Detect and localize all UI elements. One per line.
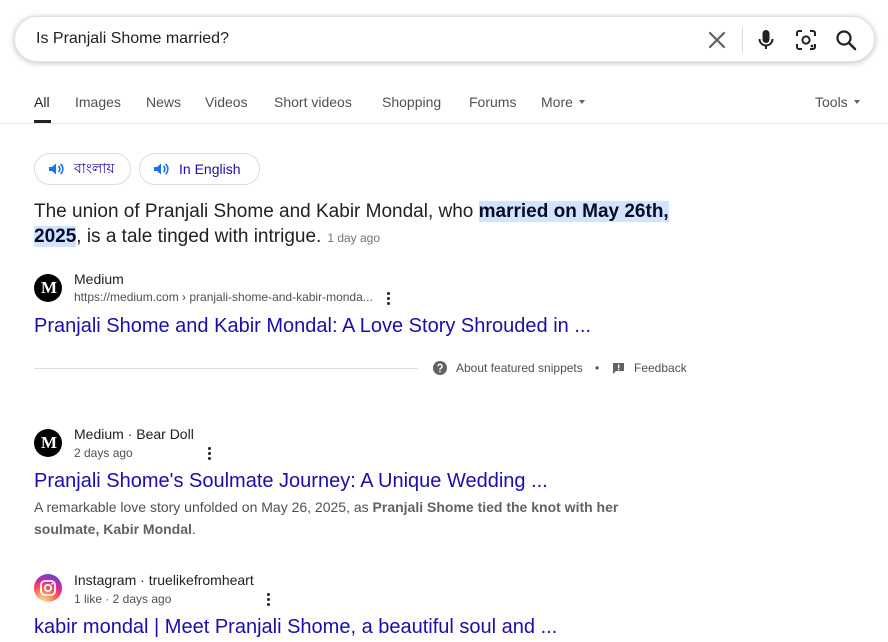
listen-english-button[interactable]: In English [139,153,260,185]
lens-icon[interactable] [794,28,818,52]
result-source-name[interactable]: Medium · Bear Doll [74,426,194,442]
active-tab-indicator [34,120,51,123]
result-source-name[interactable]: Instagram · truelikefromheart [74,572,254,588]
divider [34,368,418,369]
search-icon[interactable] [834,28,858,52]
result-meta: 1 like · 2 days ago [74,592,172,606]
search-tabs: All Images News Videos Short videos Shop… [0,86,888,124]
caret-down-icon [853,100,860,105]
tab-shopping[interactable]: Shopping [382,94,441,110]
search-divider [742,27,743,53]
tools-label: Tools [815,94,848,110]
speaker-icon [48,162,64,176]
about-featured-snippets-label: About featured snippets [456,361,583,375]
instagram-logo[interactable] [34,574,62,602]
result-date: 2 days ago [74,446,133,460]
feedback-icon [612,362,625,375]
close-icon[interactable] [705,28,729,52]
search-input[interactable]: Is Pranjali Shome married? [36,30,229,48]
about-featured-snippets-link[interactable]: About featured snippets [433,361,583,375]
featured-result-title[interactable]: Pranjali Shome and Kabir Mondal: A Love … [34,315,591,338]
tab-all[interactable]: All [34,94,50,110]
medium-logo[interactable]: M [34,274,62,302]
listen-bengali-label: বাংলায় [74,160,115,176]
snippet-text-after: , is a tale tinged with intrigue. [76,226,322,247]
result-title[interactable]: Pranjali Shome's Soulmate Journey: A Uni… [34,470,548,493]
listen-english-label: In English [179,161,241,177]
tab-more-label: More [541,94,573,110]
featured-snippet: The union of Pranjali Shome and Kabir Mo… [34,199,674,251]
search-bar[interactable]: Is Pranjali Shome married? [14,16,875,62]
feedback-label: Feedback [634,361,687,375]
tab-news[interactable]: News [146,94,181,110]
feedback-link[interactable]: Feedback [612,361,687,375]
snippet-text-before: The union of Pranjali Shome and Kabir Mo… [34,201,479,222]
tab-more[interactable]: More [541,94,585,110]
caret-down-icon [578,100,585,105]
microphone-icon[interactable] [754,28,778,52]
more-vert-icon[interactable] [382,289,394,307]
result-desc-end: . [191,521,196,537]
tab-videos[interactable]: Videos [205,94,248,110]
question-icon [433,361,447,375]
tools-button[interactable]: Tools [815,94,860,110]
result-desc-text: A remarkable love story unfolded on May … [34,499,373,515]
speaker-icon [153,162,169,176]
medium-logo[interactable]: M [34,429,62,457]
result-title[interactable]: kabir mondal | Meet Pranjali Shome, a be… [34,616,557,639]
listen-bengali-button[interactable]: বাংলায় [34,153,131,185]
result-description: A remarkable love story unfolded on May … [34,496,654,540]
source-name[interactable]: Medium [74,271,124,287]
more-vert-icon[interactable] [262,590,274,608]
tab-images[interactable]: Images [75,94,121,110]
source-url[interactable]: https://medium.com › pranjali-shome-and-… [74,290,373,304]
tab-short-videos[interactable]: Short videos [274,94,352,110]
more-vert-icon[interactable] [203,444,215,462]
snippet-date: 1 day ago [327,231,381,245]
tab-forums[interactable]: Forums [469,94,516,110]
separator-bullet: • [595,361,600,375]
